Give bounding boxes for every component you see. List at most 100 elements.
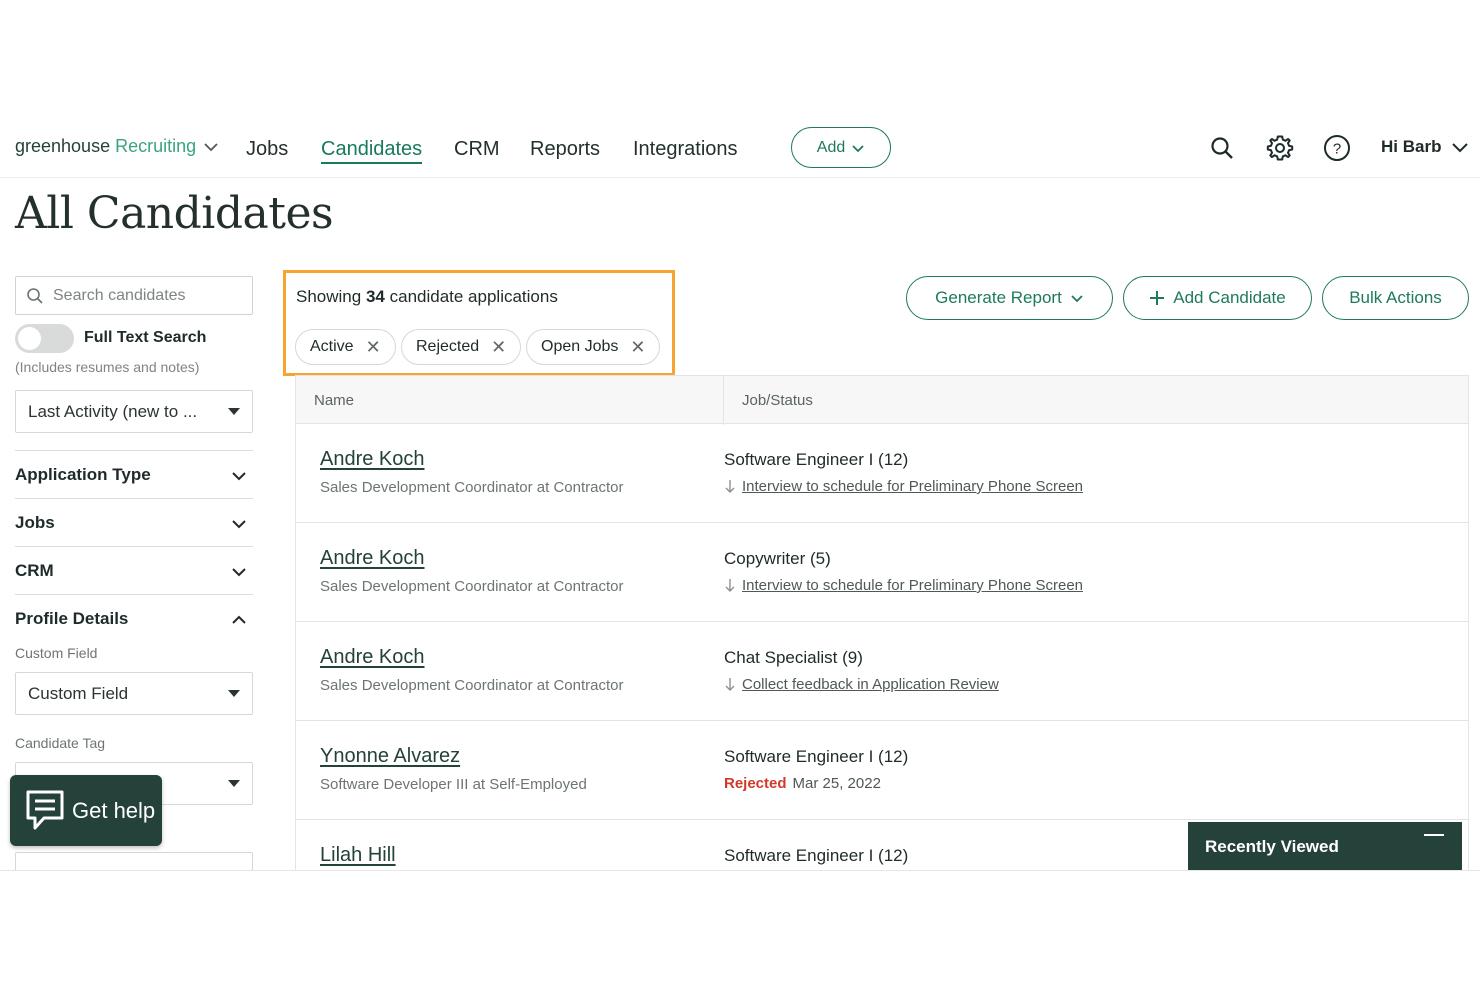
bulk-actions-button[interactable]: Bulk Actions	[1322, 276, 1469, 320]
status-link[interactable]: Interview to schedule for Preliminary Ph…	[742, 478, 1083, 495]
status-date: Mar 25, 2022	[792, 775, 881, 792]
page-title: All Candidates	[15, 188, 334, 239]
caret-down-icon	[228, 408, 240, 415]
job-title: Software Engineer I (12)	[724, 450, 909, 469]
chevron-up-icon	[232, 615, 246, 624]
search-icon[interactable]	[1207, 133, 1237, 163]
search-candidates-input[interactable]	[53, 286, 243, 305]
toggle-knob	[18, 327, 41, 350]
candidate-subtitle: Sales Development Coordinator at Contrac…	[320, 677, 624, 694]
table-row: Ynonne Alvarez Software Developer III at…	[296, 721, 1468, 820]
chevron-down-icon	[232, 472, 246, 481]
nav-crm[interactable]: CRM	[454, 138, 500, 161]
greenhouse-logo[interactable]: greenhouse Recruiting	[15, 136, 220, 157]
arrow-down-icon	[725, 678, 735, 691]
close-icon[interactable]: ✕	[630, 337, 645, 358]
chevron-down-icon	[1452, 143, 1469, 153]
candidate-subtitle: Sales Development Coordinator at Contrac…	[320, 479, 624, 496]
facet-label: CRM	[15, 560, 54, 580]
chevron-down-icon	[232, 520, 246, 529]
chat-icon	[26, 790, 64, 829]
add-candidate-button[interactable]: Add Candidate	[1123, 276, 1312, 320]
nav-jobs[interactable]: Jobs	[246, 138, 288, 161]
user-greeting: Hi Barb	[1381, 137, 1442, 156]
next-filter-select[interactable]	[15, 852, 253, 870]
recently-viewed-panel[interactable]: Recently Viewed	[1188, 822, 1462, 870]
table-row: Andre Koch Sales Development Coordinator…	[296, 622, 1468, 721]
add-button[interactable]: Add	[791, 127, 891, 168]
sort-select[interactable]: Last Activity (new to ...	[15, 390, 253, 433]
results-prefix: Showing	[296, 287, 362, 306]
add-candidate-label: Add Candidate	[1173, 288, 1286, 307]
candidate-tag-label: Candidate Tag	[15, 735, 106, 751]
plus-icon	[1150, 291, 1165, 305]
nav-integrations[interactable]: Integrations	[633, 138, 738, 161]
column-header-name[interactable]: Name	[314, 392, 354, 409]
column-divider	[723, 376, 724, 425]
application-status: Collect feedback in Application Review	[724, 676, 999, 693]
rejected-label: Rejected	[724, 775, 787, 792]
table-row: Andre Koch Sales Development Coordinator…	[296, 424, 1468, 523]
minimize-icon[interactable]	[1424, 834, 1444, 836]
chevron-down-icon	[1071, 295, 1083, 303]
status-link[interactable]: Interview to schedule for Preliminary Ph…	[742, 577, 1083, 594]
chevron-down-icon	[204, 142, 218, 151]
facet-jobs[interactable]: Jobs	[15, 498, 253, 546]
chevron-down-icon	[852, 144, 864, 152]
results-count: 34	[365, 287, 385, 306]
gear-icon[interactable]	[1265, 133, 1295, 163]
close-icon[interactable]: ✕	[366, 337, 381, 358]
get-help-button[interactable]: Get help	[10, 775, 162, 846]
user-menu[interactable]: Hi Barb	[1381, 137, 1469, 157]
table-row: Andre Koch Sales Development Coordinator…	[296, 523, 1468, 622]
get-help-label: Get help	[72, 797, 156, 823]
filter-chip-active[interactable]: Active ✕	[295, 329, 396, 365]
candidate-name-link[interactable]: Ynonne Alvarez	[320, 745, 460, 768]
search-candidates-field[interactable]	[15, 276, 253, 315]
facet-label: Profile Details	[15, 608, 129, 628]
top-navigation: greenhouse Recruiting Jobs Candidates CR…	[0, 120, 1480, 178]
results-count-text: Showing 34 candidate applications	[296, 287, 558, 307]
generate-report-button[interactable]: Generate Report	[906, 276, 1113, 320]
application-status: Interview to schedule for Preliminary Ph…	[724, 478, 1083, 495]
sort-select-value: Last Activity (new to ...	[28, 401, 198, 421]
results-summary: Showing 34 candidate applications Active…	[283, 270, 675, 376]
custom-field-label: Custom Field	[15, 645, 98, 661]
generate-report-label: Generate Report	[935, 288, 1062, 307]
arrow-down-icon	[725, 579, 735, 592]
nav-candidates[interactable]: Candidates	[321, 138, 423, 164]
facet-crm[interactable]: CRM	[15, 546, 253, 594]
chip-label: Rejected	[416, 338, 480, 355]
candidates-table: Name Job/Status Andre Koch Sales Develop…	[295, 375, 1469, 870]
chip-label: Active	[310, 338, 354, 355]
filter-chip-open-jobs[interactable]: Open Jobs ✕	[526, 329, 661, 365]
job-title: Chat Specialist (9)	[724, 648, 863, 667]
nav-reports[interactable]: Reports	[530, 138, 600, 161]
job-title: Software Engineer I (12)	[724, 846, 909, 865]
logo-text: greenhouse	[15, 136, 111, 156]
full-text-search-toggle[interactable]	[15, 324, 74, 353]
full-text-search-hint: (Includes resumes and notes)	[15, 359, 200, 375]
facet-profile-details[interactable]: Profile Details	[15, 594, 253, 642]
candidate-subtitle: Sales Development Coordinator at Contrac…	[320, 578, 624, 595]
close-icon[interactable]: ✕	[491, 337, 506, 358]
add-button-label: Add	[816, 138, 846, 156]
custom-field-select[interactable]: Custom Field	[15, 672, 253, 715]
filter-chip-rejected[interactable]: Rejected ✕	[401, 329, 522, 365]
app-window: greenhouse Recruiting Jobs Candidates CR…	[0, 120, 1480, 871]
svg-text:?: ?	[1333, 141, 1341, 158]
column-header-job-status[interactable]: Job/Status	[742, 392, 813, 409]
recently-viewed-title: Recently Viewed	[1205, 837, 1339, 856]
search-icon	[27, 287, 43, 304]
status-link[interactable]: Collect feedback in Application Review	[742, 676, 999, 693]
table-header: Name Job/Status	[296, 375, 1468, 425]
candidate-name-link[interactable]: Andre Koch	[320, 448, 425, 471]
chip-label: Open Jobs	[541, 338, 619, 355]
facet-application-type[interactable]: Application Type	[15, 450, 253, 498]
candidate-name-link[interactable]: Lilah Hill	[320, 844, 396, 867]
candidate-name-link[interactable]: Andre Koch	[320, 547, 425, 570]
candidate-name-link[interactable]: Andre Koch	[320, 646, 425, 669]
bulk-actions-label: Bulk Actions	[1349, 288, 1442, 307]
help-icon[interactable]: ?	[1322, 133, 1352, 163]
facet-label: Jobs	[15, 512, 55, 532]
